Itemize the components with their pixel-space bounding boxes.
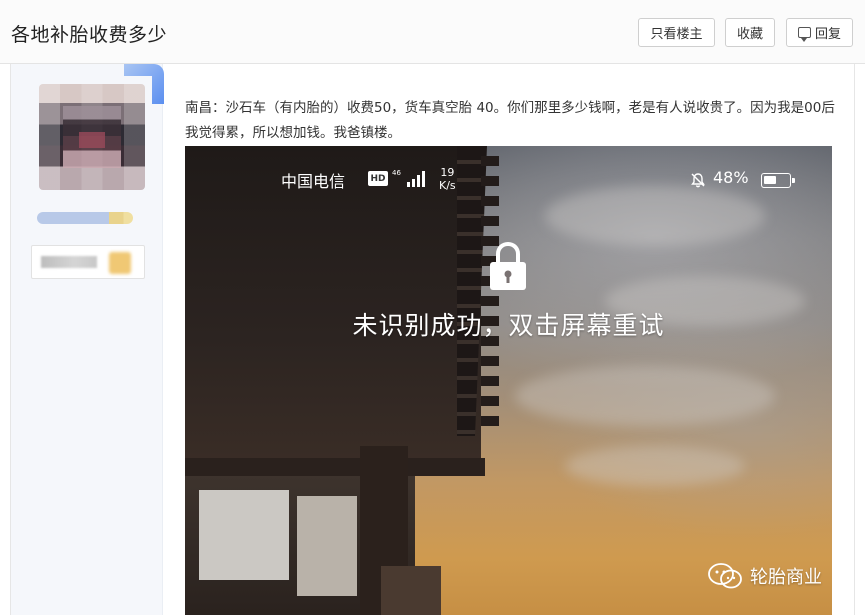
hd-icon: HD [368,171,388,186]
network-speed: 19 K/s [439,166,456,192]
author-sidebar [11,64,164,615]
battery-icon [761,173,795,188]
wechat-watermark: 轮胎商业 [708,563,822,589]
only-op-button[interactable]: 只看楼主 [638,18,715,47]
post-container: 南昌：沙石车（有内胎的）收费50，货车真空胎 40。你们那里多少钱啊，老是有人说… [10,64,855,615]
post-body: 南昌：沙石车（有内胎的）收费50，货车真空胎 40。你们那里多少钱啊，老是有人说… [185,100,835,141]
wechat-icon [708,563,742,589]
username-blurred[interactable] [37,212,133,224]
thread-title: 各地补胎收费多少 [11,24,168,46]
carrier-name: 中国电信 [281,172,346,191]
signal-bars-icon [407,171,429,187]
thread-header: 各地补胎收费多少 只看楼主 收藏 回复 [0,0,865,64]
speed-unit: K/s [439,179,456,192]
face-unlock-failed-message: 未识别成功，双击屏幕重试 [352,311,665,340]
favorite-button[interactable]: 收藏 [725,18,775,47]
reply-button[interactable]: 回复 [786,18,853,47]
post-image-phone-screenshot[interactable]: 中国电信 HD 46 19 K/s 48% 未识别成功，双击屏幕重试 [185,146,832,615]
comment-icon [797,27,811,42]
user-level-badge [31,245,145,279]
mute-bell-icon [691,173,705,188]
watermark-text: 轮胎商业 [750,567,822,588]
network-type: 46 [392,169,401,177]
level-icon [109,252,131,274]
reply-button-label: 回复 [814,27,841,42]
speed-value: 19 [440,166,455,179]
level-name-blurred [41,256,97,268]
battery-percent: 48% [713,168,749,187]
lock-icon [490,241,526,290]
avatar[interactable] [39,84,145,190]
